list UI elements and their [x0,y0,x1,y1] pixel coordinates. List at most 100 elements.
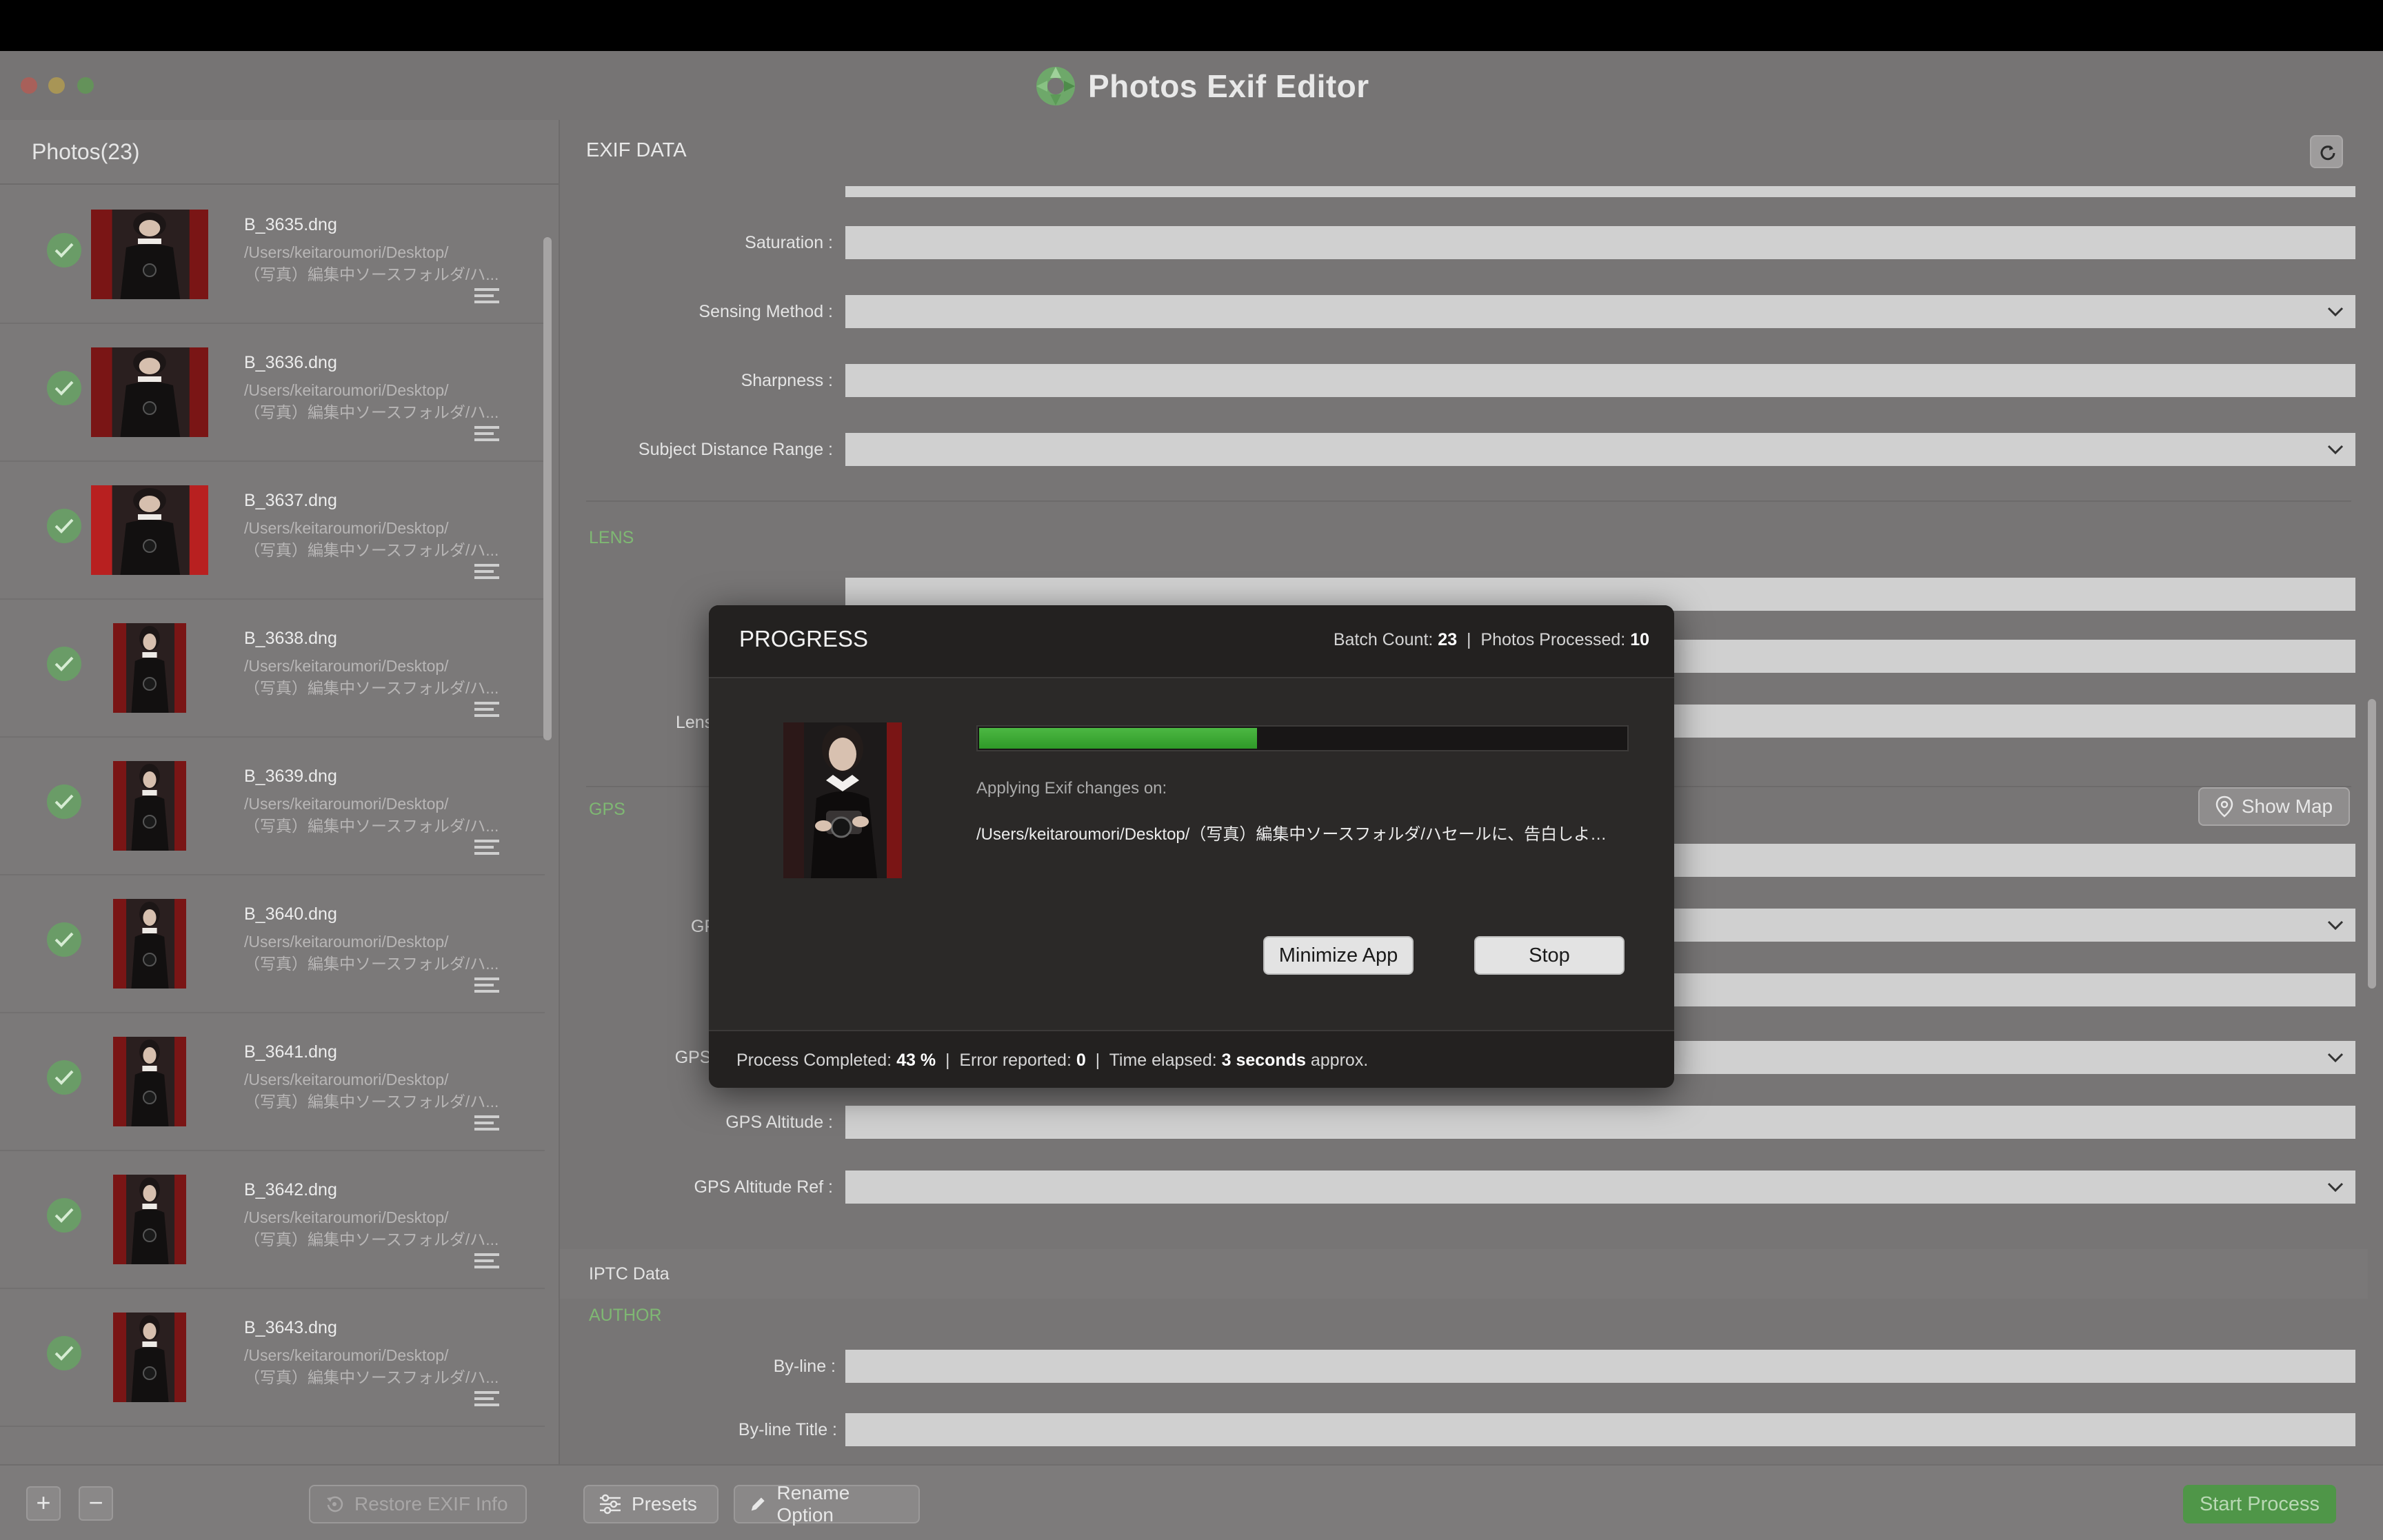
progress-dialog: PROGRESS Batch Count: 23 | Photos Proces… [709,605,1674,1088]
error-reported-value: 0 [1076,1051,1086,1070]
restore-exif-label: Restore EXIF Info [354,1493,508,1514]
photo-list-item[interactable]: B_3637.dng/Users/keitaroumori/Desktop/ （写… [0,460,545,600]
presets-button[interactable]: Presets [583,1485,718,1523]
gps-section-label: GPS [589,800,625,819]
photo-path-line: （写真）編集中ソースフォルダ/ハ... [244,265,499,283]
gps-altitude-input[interactable] [845,1106,2355,1139]
sensing-method-label: Sensing Method : [698,302,833,321]
field-input-partial[interactable] [845,186,2355,197]
photo-thumbnail [91,485,208,575]
time-elapsed-label: Time elapsed: [1109,1051,1217,1070]
detail-lines-icon[interactable] [474,1253,499,1270]
photo-thumbnail [113,899,186,989]
close-window-button[interactable] [21,77,37,94]
photo-list-item[interactable]: B_3639.dng/Users/keitaroumori/Desktop/ （写… [0,736,545,875]
saturation-label: Saturation : [745,233,833,252]
photo-filename: B_3643.dng [244,1318,337,1337]
photo-list-item[interactable]: B_3636.dng/Users/keitaroumori/Desktop/ （写… [0,323,545,462]
start-process-button[interactable]: Start Process [2183,1485,2336,1523]
photo-list-item[interactable]: B_3635.dng/Users/keitaroumori/Desktop/ （写… [0,185,545,324]
photo-path: /Users/keitaroumori/Desktop/ （写真）編集中ソースフォ… [244,1206,506,1250]
detail-lines-icon[interactable] [474,1391,499,1408]
photo-list-item[interactable]: B_3638.dng/Users/keitaroumori/Desktop/ （写… [0,598,545,738]
sidebar-scrollbar[interactable] [543,237,552,740]
applying-path: /Users/keitaroumori/Desktop/（写真）編集中ソースフォ… [976,825,1607,844]
photo-list-item[interactable]: B_3642.dng/Users/keitaroumori/Desktop/ （写… [0,1150,545,1289]
photo-path: /Users/keitaroumori/Desktop/ （写真）編集中ソースフォ… [244,1344,506,1388]
stop-button[interactable]: Stop [1474,936,1625,975]
photo-list-item[interactable]: B_3640.dng/Users/keitaroumori/Desktop/ （写… [0,874,545,1013]
photo-filename: B_3635.dng [244,215,337,234]
rename-option-button[interactable]: Rename Option [734,1482,920,1526]
presets-label: Presets [632,1493,697,1514]
photo-path-line: /Users/keitaroumori/Desktop/ [244,657,449,675]
progress-bar [976,725,1629,751]
photo-filename: B_3637.dng [244,491,337,510]
batch-count-value: 23 [1438,630,1458,649]
check-circle-icon [47,1198,81,1233]
refresh-button[interactable] [2310,135,2343,168]
photo-path-line: /Users/keitaroumori/Desktop/ [244,1208,449,1226]
minimize-app-button[interactable]: Minimize App [1263,936,1414,975]
chevron-down-icon [2327,1182,2344,1193]
photo-path: /Users/keitaroumori/Desktop/ （写真）編集中ソースフォ… [244,241,506,285]
progress-header: PROGRESS Batch Count: 23 | Photos Proces… [709,605,1674,678]
minimize-window-button[interactable] [48,77,65,94]
photo-path: /Users/keitaroumori/Desktop/ （写真）編集中ソースフォ… [244,379,506,423]
progress-title: PROGRESS [739,626,869,651]
photo-path-line: （写真）編集中ソースフォルダ/ハ... [244,1230,499,1248]
photo-list-item[interactable]: B_3643.dng/Users/keitaroumori/Desktop/ （写… [0,1288,545,1427]
refresh-icon [2320,145,2335,161]
sensing-method-select[interactable] [845,295,2355,328]
photos-processed-value: 10 [1630,630,1649,649]
error-reported-label: Error reported: [959,1051,1072,1070]
photo-path-line: （写真）編集中ソースフォルダ/ハ... [244,955,499,973]
exif-panel-scrollbar[interactable] [2368,699,2376,989]
detail-lines-icon[interactable] [474,426,499,443]
photo-thumbnail [113,1313,186,1402]
gps-altitude-ref-label: GPS Altitude Ref : [694,1177,834,1197]
photo-path: /Users/keitaroumori/Desktop/ （写真）編集中ソースフォ… [244,793,506,837]
saturation-row: Saturation : [560,226,2355,267]
show-map-button[interactable]: Show Map [2198,787,2350,826]
subject-distance-range-row: Subject Distance Range : [560,433,2355,474]
by-line-title-input[interactable] [845,1413,2355,1446]
detail-lines-icon[interactable] [474,1115,499,1132]
lens-field-label-partial: Lens [676,713,714,732]
photo-thumbnail [91,210,208,299]
detail-lines-icon[interactable] [474,977,499,994]
photo-filename: B_3636.dng [244,353,337,372]
app-window: Photos Exif Editor Photos(23) B_3635.dng… [0,51,2383,1540]
saturation-input[interactable] [845,226,2355,259]
by-line-title-row: By-line Title : [560,1413,2355,1455]
detail-lines-icon[interactable] [474,840,499,856]
detail-lines-icon[interactable] [474,564,499,580]
section-divider [586,500,2351,502]
zoom-window-button[interactable] [77,77,94,94]
photo-filename: B_3642.dng [244,1180,337,1199]
time-elapsed-value: 3 seconds [1221,1051,1306,1070]
photo-filename: B_3639.dng [244,767,337,786]
exif-panel-header: EXIF DATA [560,120,2383,183]
detail-lines-icon[interactable] [474,702,499,718]
subject-distance-range-select[interactable] [845,433,2355,466]
process-completed-label: Process Completed: [736,1051,892,1070]
gps-altitude-ref-select[interactable] [845,1171,2355,1204]
sharpness-row: Sharpness : [560,364,2355,405]
photo-list[interactable]: B_3635.dng/Users/keitaroumori/Desktop/ （写… [0,185,545,1464]
detail-lines-icon[interactable] [474,288,499,305]
add-photo-button[interactable]: + [26,1486,61,1521]
iptc-header: IPTC Data [560,1249,2368,1299]
photo-list-item[interactable]: B_3641.dng/Users/keitaroumori/Desktop/ （写… [0,1012,545,1151]
sharpness-input[interactable] [845,364,2355,397]
by-line-input[interactable] [845,1350,2355,1383]
by-line-row: By-line : [560,1350,2355,1391]
restore-exif-button[interactable]: Restore EXIF Info [309,1485,527,1523]
photo-path-line: /Users/keitaroumori/Desktop/ [244,795,449,813]
title-bar: Photos Exif Editor [0,51,2383,120]
remove-photo-button[interactable]: − [79,1486,113,1521]
sidebar-header: Photos(23) [0,120,559,185]
photo-list-item[interactable] [0,1426,545,1464]
progress-footer: Process Completed: 43 % | Error reported… [709,1030,1674,1088]
batch-stats: Batch Count: 23 | Photos Processed: 10 [1333,630,1649,649]
